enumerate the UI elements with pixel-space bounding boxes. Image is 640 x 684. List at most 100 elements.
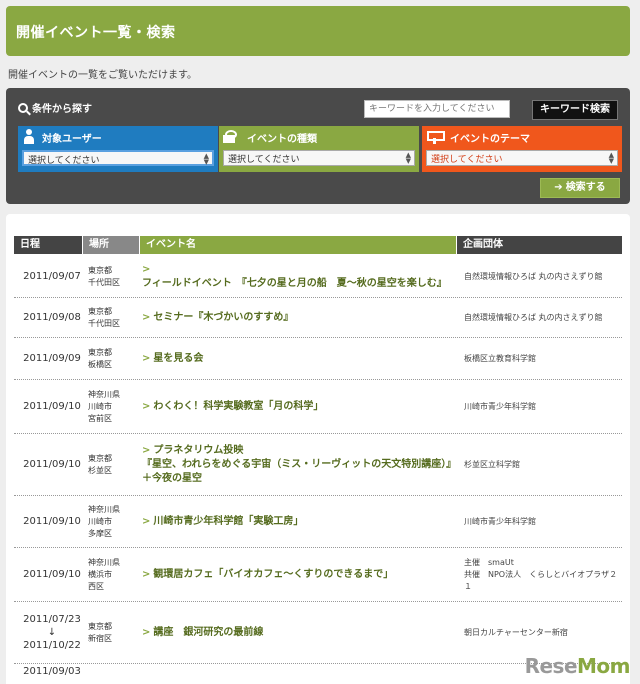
filter-event-theme-header: イベントのテーマ — [422, 126, 622, 148]
row-org: 杉並区立科学館 — [464, 459, 520, 469]
row-place: 東京都 新宿区 — [88, 621, 112, 643]
keyword-input[interactable] — [364, 100, 510, 118]
row-org: 自然環境情報ひろば 丸の内さえずり館 — [464, 271, 603, 281]
filter-target-user-header: 対象ユーザー — [18, 126, 218, 148]
condition-label-text: 条件から探す — [32, 104, 92, 115]
table-row: 2011/09/08 東京都 千代田区 > セミナー『木づかいのすすめ』 自然環境… — [14, 298, 622, 338]
table-row: 2011/09/10 東京都 杉並区 > プラネタリウム投映 『星空、われらをめぐ… — [14, 434, 622, 496]
row-event-link[interactable]: わくわく！科学実験教室「月の科学」 — [153, 401, 323, 412]
table-row: 2011/09/10 神奈川県 川崎市 宮前区 > わくわく！科学実験教室「月の科… — [14, 380, 622, 434]
select-value: 選択してください — [228, 155, 300, 165]
select-arrows-icon: ▲ ▼ — [203, 152, 209, 166]
arrow-right-icon: ➔ — [554, 182, 563, 193]
target-user-select[interactable]: 選択してください ▲ ▼ — [22, 150, 214, 166]
row-date: 2011/09/10 — [23, 401, 81, 412]
row-event-link[interactable]: 星を見る会 — [153, 353, 203, 364]
row-place: 東京都 杉並区 — [88, 453, 112, 475]
row-org: 川崎市青少年科学館 — [464, 516, 536, 526]
chevron-right-icon: > — [142, 311, 151, 323]
select-arrows-icon: ▲ ▼ — [608, 151, 614, 165]
row-event-link[interactable]: プラネタリウム投映 『星空、われらをめぐる宇宙（ミス・リーヴィットの天文特別講座… — [142, 445, 451, 484]
person-icon — [22, 129, 36, 145]
search-panel: 条件から探す キーワード検索 対象ユーザー 選択してください ▲▼ イベントの種… — [6, 88, 630, 204]
row-event[interactable]: > プラネタリウム投映 『星空、われらをめぐる宇宙（ミス・リーヴィットの天文特別講… — [140, 434, 456, 495]
table-row: 2011/09/10 神奈川県 川崎市 多摩区 > 川崎市青少年科学館「実験工房」… — [14, 496, 622, 548]
down-arrow-icon: ↓ — [47, 627, 57, 638]
chevron-right-icon: > — [142, 444, 151, 456]
row-event[interactable]: > 星を見る会 — [140, 338, 456, 379]
filter-event-type-header: イベントの種類 — [219, 126, 419, 148]
row-date: 2011/09/08 — [23, 312, 81, 323]
filter-label: 対象ユーザー — [42, 133, 102, 145]
filter-label: イベントのテーマ — [450, 133, 530, 145]
row-place: 東京都 板橋区 — [88, 347, 112, 369]
table-header: 日程 場所 イベント名 企画団体 — [14, 236, 622, 254]
row-org: 川崎市青少年科学館 — [464, 401, 536, 411]
row-event[interactable]: > 観環居カフェ「バイオカフェ～くすりのできるまで」 — [140, 548, 456, 601]
row-event[interactable]: > セミナー『木づかいのすすめ』 — [140, 298, 456, 337]
event-type-select[interactable]: 選択してください ▲ ▼ — [223, 150, 415, 166]
date-start: 2011/07/23 — [23, 614, 81, 625]
chevron-right-icon: > — [142, 515, 151, 527]
row-place: 東京都 千代田区 — [88, 265, 120, 287]
logo-part1: Rese — [524, 654, 578, 678]
row-date: 2011/09/03 — [23, 666, 81, 677]
filter-target-user: 対象ユーザー 選択してください ▲ ▼ — [18, 126, 218, 172]
row-event-link[interactable]: 川崎市青少年科学館「実験工房」 — [153, 516, 303, 527]
chevron-right-icon: > — [142, 400, 151, 412]
select-arrows-icon: ▲ ▼ — [405, 151, 411, 165]
row-org: 自然環境情報ひろば 丸の内さえずり館 — [464, 312, 603, 322]
row-date: 2011/09/09 — [23, 353, 81, 364]
row-event-link[interactable]: 講座 銀河研究の最前線 — [153, 627, 263, 638]
row-event-link[interactable]: セミナー『木づかいのすすめ』 — [153, 312, 293, 323]
condition-search-label: 条件から探す — [18, 100, 92, 115]
chevron-right-icon: > — [142, 263, 151, 275]
event-theme-select[interactable]: 選択してください ▲ ▼ — [426, 150, 618, 166]
page-title: 開催イベント一覧・検索 — [6, 6, 630, 56]
row-org: 板橋区立教育科学館 — [464, 353, 536, 363]
filter-label: イベントの種類 — [247, 133, 317, 145]
filter-event-type: イベントの種類 選択してください ▲ ▼ — [219, 126, 419, 172]
row-place: 神奈川県 川崎市 宮前区 — [88, 389, 120, 423]
table-row: 2011/09/07 東京都 千代田区 > フィールドイベント 『七夕の星と月の船… — [14, 256, 622, 298]
row-date: 2011/09/10 — [23, 516, 81, 527]
page-intro: 開催イベントの一覧をご覧いただけます。 — [8, 70, 197, 81]
chevron-right-icon: > — [142, 568, 151, 580]
table-row: 2011/09/09 東京都 板橋区 > 星を見る会 板橋区立教育科学館 — [14, 338, 622, 380]
search-submit-button[interactable]: ➔ 検索する — [540, 178, 620, 198]
resemom-logo: ReseMom — [524, 654, 631, 678]
select-value: 選択してください — [28, 156, 100, 166]
row-event[interactable]: > フィールドイベント 『七夕の星と月の船 夏～秋の星空を楽しむ』 — [140, 256, 456, 297]
row-event[interactable]: > わくわく！科学実験教室「月の科学」 — [140, 380, 456, 433]
header-date: 日程 — [14, 236, 82, 254]
row-date-range: 2011/07/23 ↓ 2011/10/22 — [18, 602, 86, 663]
row-date: 2011/09/10 — [23, 569, 81, 580]
chevron-right-icon: > — [142, 352, 151, 364]
filter-event-theme: イベントのテーマ 選択してください ▲ ▼ — [422, 126, 622, 172]
row-date: 2011/09/10 — [23, 459, 81, 470]
table-row: 2011/09/10 神奈川県 横浜市 西区 > 観環居カフェ「バイオカフェ～くす… — [14, 548, 622, 602]
row-event-link[interactable]: 観環居カフェ「バイオカフェ～くすりのできるまで」 — [153, 569, 393, 580]
row-event[interactable]: > 川崎市青少年科学館「実験工房」 — [140, 496, 456, 547]
row-event-link[interactable]: フィールドイベント 『七夕の星と月の船 夏～秋の星空を楽しむ』 — [142, 278, 447, 289]
camera-icon — [223, 130, 241, 144]
date-end: 2011/10/22 — [23, 640, 81, 651]
row-place: 神奈川県 横浜市 西区 — [88, 557, 120, 591]
row-place: 東京都 千代田区 — [88, 306, 120, 328]
chevron-right-icon: > — [142, 626, 151, 638]
row-org: 主催 smaUt 共催 NPO法人 くらしとバイオプラザ２１ — [464, 557, 618, 591]
row-place: 神奈川県 川崎市 多摩区 — [88, 504, 120, 538]
row-event[interactable]: > 講座 銀河研究の最前線 — [140, 602, 456, 663]
results-panel: 日程 場所 イベント名 企画団体 2011/09/07 東京都 千代田区 > フィ… — [6, 214, 630, 684]
row-date: 2011/09/07 — [23, 271, 81, 282]
header-place: 場所 — [83, 236, 139, 254]
search-button-label: 検索する — [565, 182, 606, 193]
header-org: 企画団体 — [457, 236, 622, 254]
logo-part2: Mom — [577, 654, 630, 678]
header-event: イベント名 — [140, 236, 456, 254]
keyword-search-button[interactable]: キーワード検索 — [532, 100, 618, 120]
date-range: 2011/07/23 ↓ 2011/10/22 — [23, 613, 81, 652]
select-value: 選択してください — [431, 155, 503, 165]
search-icon — [18, 102, 28, 113]
signboard-icon — [426, 130, 445, 144]
